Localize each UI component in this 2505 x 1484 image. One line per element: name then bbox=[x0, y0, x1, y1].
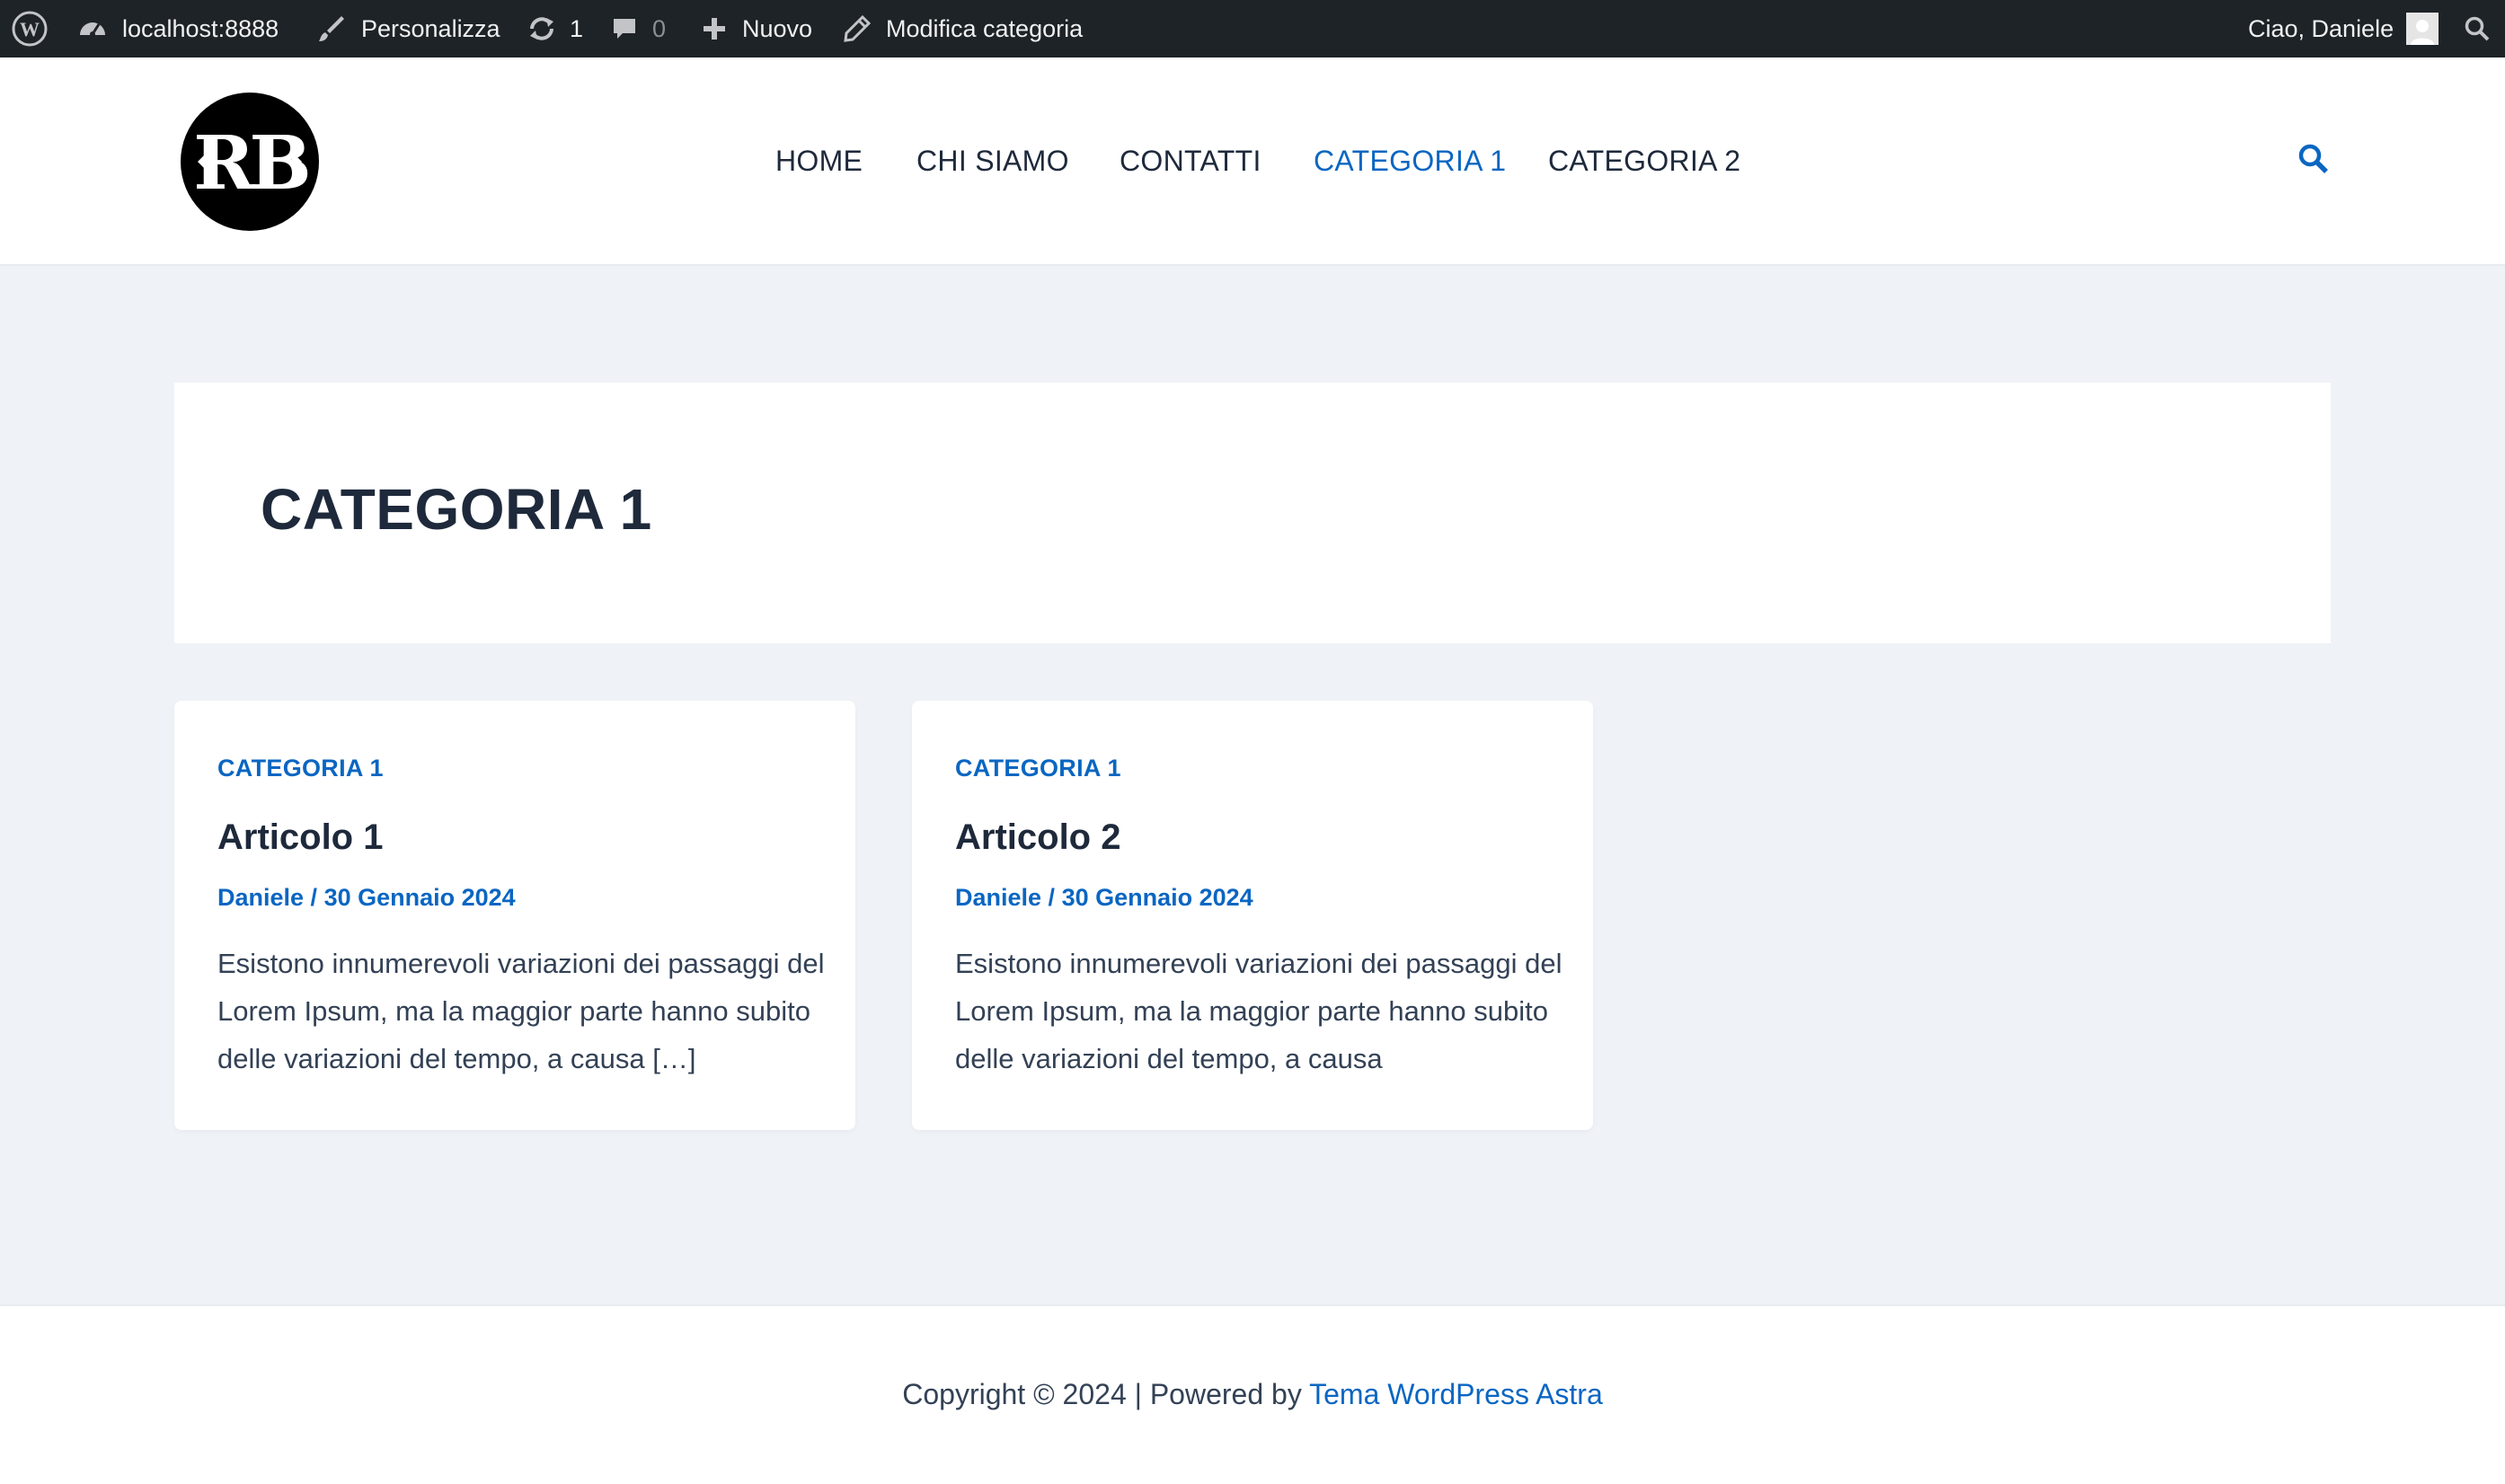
admin-bar-customize[interactable]: Personalizza bbox=[316, 0, 500, 57]
plus-icon bbox=[701, 15, 728, 42]
archive-header: CATEGORIA 1 bbox=[174, 383, 2331, 643]
nav-categoria-1[interactable]: CATEGORIA 1 bbox=[1314, 145, 1506, 178]
post-meta: Daniele / 30 Gennaio 2024 bbox=[217, 884, 516, 912]
header-search-icon[interactable] bbox=[2297, 142, 2332, 178]
nav-home[interactable]: HOME bbox=[775, 145, 863, 178]
logo-text: RB bbox=[193, 120, 307, 207]
admin-bar-updates[interactable]: 1 bbox=[527, 0, 583, 57]
post-card: CATEGORIA 1 Articolo 1 Daniele / 30 Genn… bbox=[174, 701, 855, 1130]
post-meta: Daniele / 30 Gennaio 2024 bbox=[955, 884, 1253, 912]
main-content: CATEGORIA 1 CATEGORIA 1 Articolo 1 Danie… bbox=[0, 266, 2505, 1304]
post-excerpt: Esistono innumerevoli variazioni dei pas… bbox=[217, 948, 825, 1074]
pencil-icon bbox=[843, 14, 872, 43]
meta-separator: / bbox=[304, 884, 324, 911]
post-author-link[interactable]: Daniele bbox=[217, 884, 304, 911]
dashboard-icon bbox=[77, 13, 108, 44]
footer-theme-link[interactable]: Tema WordPress Astra bbox=[1309, 1378, 1603, 1410]
brush-icon bbox=[316, 13, 347, 44]
archive-title: CATEGORIA 1 bbox=[261, 477, 652, 542]
svg-text:W: W bbox=[20, 18, 40, 40]
search-icon[interactable] bbox=[2464, 0, 2491, 57]
post-card: CATEGORIA 1 Articolo 2 Daniele / 30 Genn… bbox=[912, 701, 1593, 1130]
post-category-link[interactable]: CATEGORIA 1 bbox=[955, 755, 1121, 782]
new-label: Nuovo bbox=[742, 14, 813, 42]
admin-bar-new[interactable]: Nuovo bbox=[701, 0, 812, 57]
admin-bar-site-link[interactable]: localhost:8888 bbox=[77, 0, 279, 57]
customize-label: Personalizza bbox=[361, 14, 500, 42]
post-author-link[interactable]: Daniele bbox=[955, 884, 1041, 911]
post-category-link[interactable]: CATEGORIA 1 bbox=[217, 755, 384, 782]
wp-admin-bar: W localhost:8888 Personalizza 1 0 Nuovo bbox=[0, 0, 2505, 57]
site-name: localhost:8888 bbox=[122, 14, 279, 42]
nav-contatti[interactable]: CONTATTI bbox=[1120, 145, 1261, 178]
comment-icon bbox=[611, 15, 638, 42]
meta-separator: / bbox=[1041, 884, 1062, 911]
admin-bar-account[interactable]: Ciao, Daniele bbox=[2248, 0, 2439, 57]
nav-categoria-2[interactable]: CATEGORIA 2 bbox=[1548, 145, 1740, 178]
post-excerpt: Esistono innumerevoli variazioni dei pas… bbox=[955, 948, 1562, 1074]
nav-chi-siamo[interactable]: CHI SIAMO bbox=[916, 145, 1069, 178]
site-footer: Copyright © 2024 | Powered by Tema WordP… bbox=[0, 1304, 2505, 1484]
comments-count: 0 bbox=[652, 14, 667, 42]
greeting: Ciao, Daniele bbox=[2248, 14, 2394, 42]
admin-bar-edit-category[interactable]: Modifica categoria bbox=[843, 0, 1083, 57]
post-date-link[interactable]: 30 Gennaio 2024 bbox=[324, 884, 516, 911]
post-title[interactable]: Articolo 2 bbox=[955, 817, 1120, 858]
updates-count: 1 bbox=[570, 14, 584, 42]
post-date-link[interactable]: 30 Gennaio 2024 bbox=[1062, 884, 1253, 911]
wordpress-logo-icon[interactable]: W bbox=[11, 0, 49, 57]
post-title[interactable]: Articolo 1 bbox=[217, 817, 383, 858]
avatar bbox=[2406, 13, 2439, 45]
site-header: RB HOME CHI SIAMO CONTATTI CATEGORIA 1 C… bbox=[0, 57, 2505, 266]
edit-label: Modifica categoria bbox=[886, 14, 1084, 42]
footer-copyright: Copyright © 2024 | Powered by Tema WordP… bbox=[0, 1378, 2505, 1411]
copyright-text: Copyright © 2024 | Powered by bbox=[902, 1378, 1310, 1410]
site-logo[interactable]: RB bbox=[180, 92, 320, 232]
admin-bar-comments[interactable]: 0 bbox=[611, 0, 666, 57]
refresh-icon bbox=[527, 13, 557, 44]
